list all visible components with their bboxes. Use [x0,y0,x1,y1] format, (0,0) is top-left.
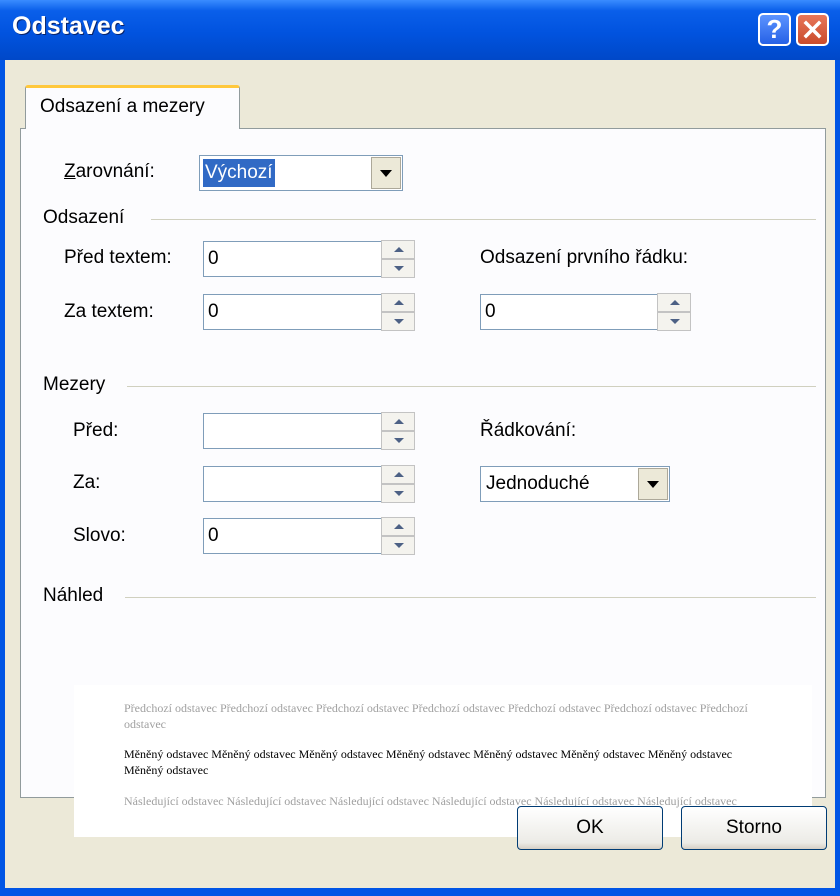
tab-indent-spacing[interactable]: Odsazení a mezery [25,85,240,129]
alignment-label: Zarovnání: [64,161,155,182]
preview-previous-text: Předchozí odstavec Předchozí odstavec Př… [124,701,748,731]
indent-before-input[interactable]: 0 [203,241,383,277]
indent-after-input[interactable]: 0 [203,294,383,330]
divider [127,386,816,387]
indent-section-title: Odsazení [43,207,125,228]
spin-down-icon[interactable] [381,312,415,331]
alignment-label-text: arovnání: [75,161,155,182]
indent-before-label: Před textem: [64,247,172,268]
spacing-after-spinner[interactable] [381,465,415,503]
spin-down-icon[interactable] [381,431,415,450]
spin-up-icon[interactable] [381,240,415,259]
close-button[interactable] [796,13,829,46]
spin-up-icon[interactable] [381,293,415,312]
chevron-down-icon[interactable] [371,157,401,189]
spin-up-icon[interactable] [381,412,415,431]
spin-up-icon[interactable] [657,293,691,312]
indent-after-spinner[interactable] [381,293,415,331]
line-spacing-value: Jednoduché [486,473,590,494]
spin-down-icon[interactable] [381,259,415,278]
divider [125,597,816,598]
spin-up-icon[interactable] [381,517,415,536]
spacing-before-label: Před: [73,420,119,441]
ok-button[interactable]: OK [517,806,663,850]
spacing-before-spinner[interactable] [381,412,415,450]
indent-before-spinner[interactable] [381,240,415,278]
chevron-down-icon[interactable] [638,468,668,500]
spacing-word-spinner[interactable] [381,517,415,555]
cancel-button[interactable]: Storno [681,806,827,850]
alignment-select[interactable]: Výchozí [199,155,403,191]
divider [151,219,816,220]
first-line-input[interactable]: 0 [480,294,660,330]
spacing-section-title: Mezery [43,374,106,395]
spin-down-icon[interactable] [381,536,415,555]
spacing-before-input[interactable] [203,413,383,449]
first-line-label: Odsazení prvního řádku: [480,247,689,268]
spacing-after-label: Za: [73,472,101,493]
line-spacing-select[interactable]: Jednoduché [480,466,670,502]
first-line-spinner[interactable] [657,293,691,331]
spacing-word-input[interactable]: 0 [203,518,383,554]
line-spacing-label: Řádkování: [480,420,577,441]
tab-label: Odsazení a mezery [40,96,205,117]
preview-next-text: Následující odstavec Následující odstave… [124,794,737,808]
alignment-value: Výchozí [203,159,275,187]
preview-section-title: Náhled [43,585,104,606]
indent-after-label: Za textem: [64,301,154,322]
title-bar[interactable]: Odstavec ? [0,0,840,60]
preview-current-text: Měněný odstavec Měněný odstavec Měněný o… [124,747,733,777]
spacing-after-input[interactable] [203,466,383,502]
spacing-word-label: Slovo: [73,525,126,546]
spin-up-icon[interactable] [381,465,415,484]
spin-down-icon[interactable] [657,312,691,331]
help-button[interactable]: ? [758,13,791,46]
dialog-title: Odstavec [12,12,125,40]
spin-down-icon[interactable] [381,484,415,503]
dialog-frame-bottom [0,888,840,896]
dialog-body: Odsazení a mezery Zarovnání: Výchozí Ods… [5,60,835,896]
close-icon [803,20,822,39]
